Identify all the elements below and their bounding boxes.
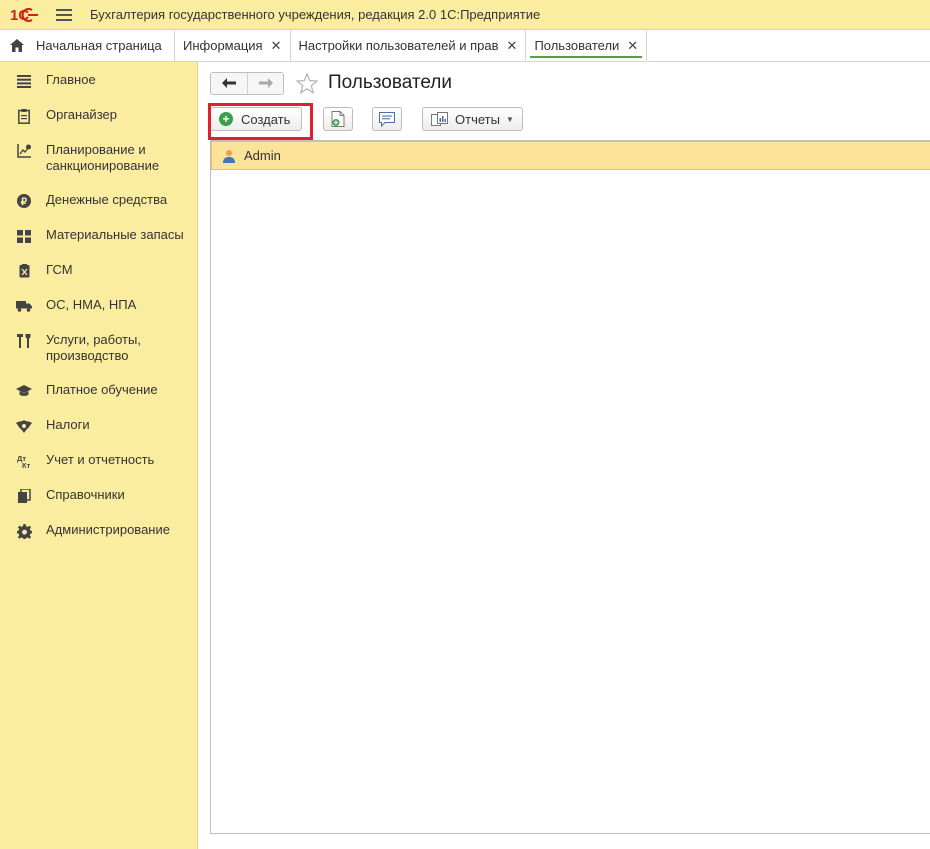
sidebar: Главное Органайзер Планирование и санкци… bbox=[0, 62, 198, 849]
user-icon bbox=[223, 149, 235, 163]
graduation-cap-icon bbox=[16, 383, 32, 399]
sidebar-item-taxes[interactable]: Налоги bbox=[0, 408, 197, 443]
tab-information[interactable]: Информация ✕ bbox=[175, 30, 291, 61]
sidebar-item-label: ОС, НМА, НПА bbox=[46, 297, 137, 312]
tab-label: Настройки пользователей и прав bbox=[298, 38, 499, 53]
sidebar-item-label: Учет и отчетность bbox=[46, 452, 155, 467]
sidebar-item-cash[interactable]: ₽ Денежные средства bbox=[0, 183, 197, 218]
sidebar-item-label: Материальные запасы bbox=[46, 227, 184, 242]
sidebar-item-fixed-assets[interactable]: ОС, НМА, НПА bbox=[0, 288, 197, 323]
home-icon bbox=[10, 39, 24, 52]
warehouse-icon bbox=[16, 228, 32, 244]
tab-bar: Начальная страница Информация ✕ Настройк… bbox=[0, 30, 930, 62]
sidebar-item-label: Справочники bbox=[46, 487, 125, 502]
arrow-right-icon bbox=[258, 78, 273, 88]
title-bar: 1С Бухгалтерия государственного учрежден… bbox=[0, 0, 930, 30]
list-icon bbox=[16, 73, 32, 89]
forward-button[interactable] bbox=[247, 72, 283, 94]
create-button[interactable]: + Создать bbox=[210, 107, 302, 131]
tools-icon bbox=[16, 333, 32, 349]
tab-users[interactable]: Пользователи ✕ bbox=[526, 30, 648, 61]
chevron-down-icon: ▼ bbox=[505, 114, 514, 124]
sidebar-item-label: ГСМ bbox=[46, 262, 73, 277]
document-add-icon bbox=[331, 111, 345, 127]
sidebar-item-administration[interactable]: Администрирование bbox=[0, 513, 197, 548]
close-icon[interactable]: ✕ bbox=[271, 38, 282, 54]
ruble-icon: ₽ bbox=[16, 193, 32, 209]
sidebar-item-main[interactable]: Главное bbox=[0, 63, 197, 98]
sidebar-item-label: Налоги bbox=[46, 417, 90, 432]
tab-label: Начальная страница bbox=[36, 38, 162, 53]
close-icon[interactable]: ✕ bbox=[627, 38, 638, 54]
sidebar-item-label: Администрирование bbox=[46, 522, 170, 537]
tab-home[interactable]: Начальная страница bbox=[0, 30, 175, 61]
planning-icon bbox=[16, 143, 32, 159]
svg-text:₽: ₽ bbox=[21, 197, 28, 208]
page-title: Пользователи bbox=[328, 72, 453, 93]
clipboard-icon bbox=[16, 108, 32, 124]
create-button-label: Создать bbox=[241, 111, 291, 127]
comment-icon bbox=[379, 111, 395, 127]
reports-dropdown-button[interactable]: Отчеты ▼ bbox=[422, 107, 523, 131]
tab-label: Пользователи bbox=[534, 38, 620, 53]
arrow-left-icon bbox=[222, 78, 236, 88]
back-button[interactable] bbox=[211, 72, 247, 94]
sidebar-item-organizer[interactable]: Органайзер bbox=[0, 98, 197, 133]
truck-icon bbox=[16, 298, 32, 314]
books-icon bbox=[16, 488, 32, 504]
sidebar-item-references[interactable]: Справочники bbox=[0, 478, 197, 513]
sidebar-item-label: Услуги, работы, производство bbox=[46, 332, 141, 363]
sidebar-item-services[interactable]: Услуги, работы, производство bbox=[0, 323, 197, 373]
favorite-star-icon[interactable] bbox=[294, 71, 320, 95]
fuel-icon bbox=[16, 263, 32, 279]
sidebar-item-label: Денежные средства bbox=[46, 192, 168, 207]
sidebar-item-label: Планирование и санкционирование bbox=[46, 142, 160, 173]
1c-logo: 1С bbox=[10, 6, 42, 24]
close-icon[interactable]: ✕ bbox=[507, 38, 518, 54]
sidebar-item-planning[interactable]: Планирование и санкционирование bbox=[0, 133, 197, 183]
reports-icon bbox=[431, 112, 448, 126]
sidebar-item-accounting[interactable]: Дт Кт Учет и отчетность bbox=[0, 443, 197, 478]
emblem-icon bbox=[16, 418, 32, 434]
sidebar-item-paid-education[interactable]: Платное обучение bbox=[0, 373, 197, 408]
tab-user-settings[interactable]: Настройки пользователей и прав ✕ bbox=[291, 30, 527, 61]
tab-label: Информация bbox=[183, 38, 263, 53]
page-header: Пользователи bbox=[210, 71, 452, 95]
sidebar-item-label: Органайзер bbox=[46, 107, 117, 122]
hamburger-menu-icon[interactable] bbox=[56, 8, 72, 21]
user-name: Admin bbox=[244, 148, 281, 163]
reports-button-label: Отчеты bbox=[455, 111, 500, 127]
comment-button[interactable] bbox=[372, 107, 402, 131]
sidebar-item-inventory[interactable]: Материальные запасы bbox=[0, 218, 197, 253]
debit-credit-icon: Дт Кт bbox=[16, 453, 32, 469]
sidebar-item-label: Главное bbox=[46, 72, 96, 87]
main-content: Пользователи + Создать Отчеты ▼ Admin bbox=[199, 62, 930, 849]
toolbar: + Создать Отчеты ▼ bbox=[208, 103, 523, 140]
plus-circle-icon: + bbox=[219, 112, 233, 126]
svg-text:Кт: Кт bbox=[22, 461, 31, 468]
sidebar-item-label: Платное обучение bbox=[46, 382, 158, 397]
gear-icon bbox=[16, 523, 32, 539]
history-navigation bbox=[210, 71, 284, 95]
users-list[interactable]: Admin bbox=[210, 140, 930, 834]
copy-button[interactable] bbox=[323, 107, 353, 131]
table-row[interactable]: Admin bbox=[211, 141, 930, 170]
sidebar-item-fuel[interactable]: ГСМ bbox=[0, 253, 197, 288]
app-title: Бухгалтерия государственного учреждения,… bbox=[90, 7, 541, 22]
